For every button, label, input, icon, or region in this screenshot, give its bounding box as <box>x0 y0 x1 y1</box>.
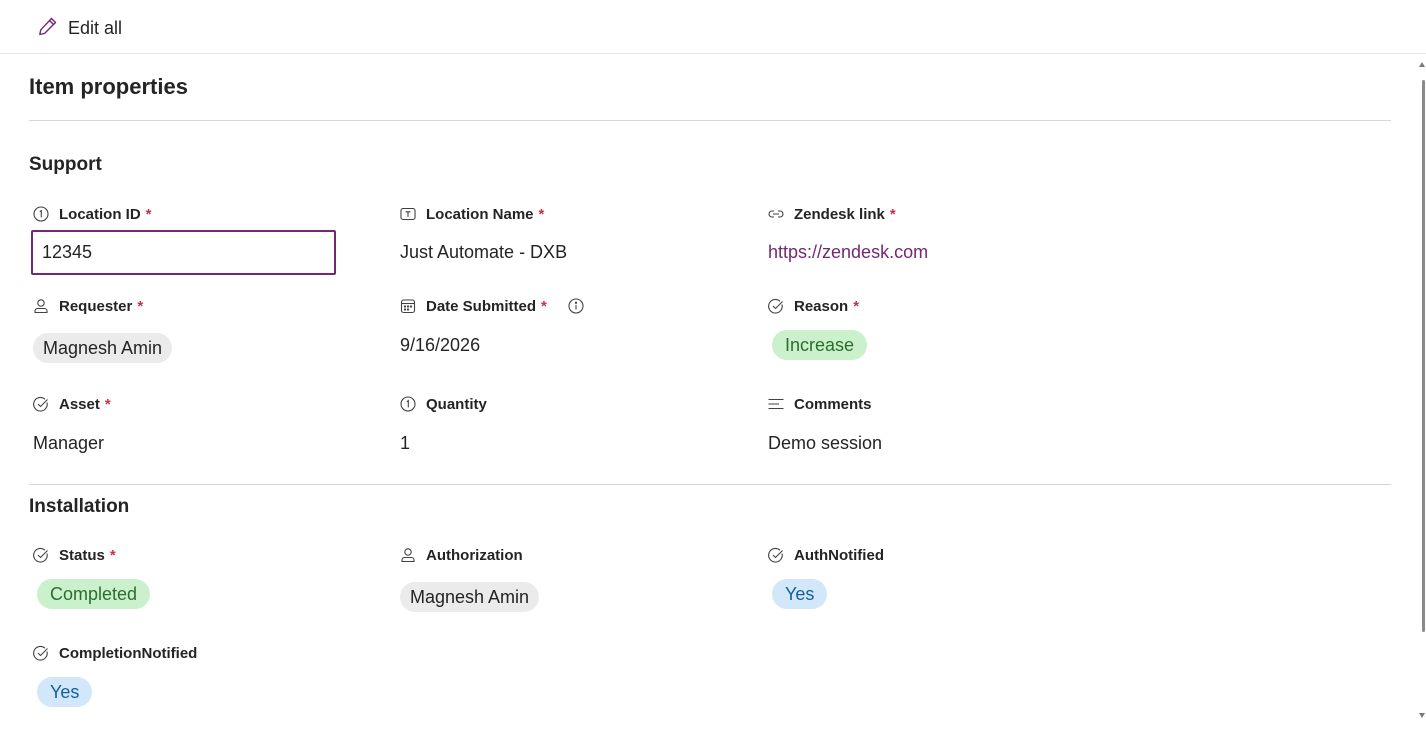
field-comments[interactable]: Comments Demo session <box>767 394 1107 464</box>
person-chip[interactable]: Magnesh Amin <box>33 333 173 363</box>
field-authorization[interactable]: Authorization Magnesh Amin <box>399 545 739 615</box>
field-location-name[interactable]: Location Name * Just Automate - DXB <box>399 204 739 276</box>
field-asset[interactable]: Asset * Manager <box>32 394 372 464</box>
location-name-value[interactable]: Just Automate - DXB <box>400 242 567 263</box>
scroll-down-arrow-icon[interactable] <box>1419 713 1425 718</box>
number-icon <box>32 205 50 223</box>
field-reason[interactable]: Reason * Increase <box>767 296 1107 366</box>
panel-title: Item properties <box>29 74 188 99</box>
field-label: Asset <box>59 395 100 413</box>
field-label: Location Name <box>426 205 534 223</box>
multiline-text-icon <box>767 395 785 413</box>
field-completion-notified[interactable]: CompletionNotified Yes <box>32 643 372 713</box>
location-id-input[interactable]: 12345 <box>31 230 336 275</box>
date-submitted-value[interactable]: 9/16/2026 <box>400 335 480 356</box>
required-indicator: * <box>137 297 144 315</box>
choice-check-icon <box>767 546 785 564</box>
vertical-scrollbar[interactable] <box>1418 56 1426 724</box>
field-label: Comments <box>794 395 872 413</box>
field-label: Quantity <box>426 395 487 413</box>
person-chip[interactable]: Magnesh Amin <box>400 582 540 612</box>
asset-value[interactable]: Manager <box>33 433 104 454</box>
person-icon <box>32 297 50 315</box>
required-indicator: * <box>853 297 860 315</box>
field-label: Reason <box>794 297 849 315</box>
choice-chip[interactable]: Increase <box>772 330 868 360</box>
field-label: Status <box>59 546 105 564</box>
calendar-icon <box>399 297 417 315</box>
field-auth-notified[interactable]: AuthNotified Yes <box>767 545 1107 615</box>
command-bar: Edit all <box>0 0 1426 54</box>
choice-check-icon <box>32 546 50 564</box>
choice-chip[interactable]: Yes <box>37 677 93 707</box>
field-label: Authorization <box>426 546 523 564</box>
field-quantity[interactable]: Quantity 1 <box>399 394 739 464</box>
section-title-installation: Installation <box>29 496 130 517</box>
field-label: CompletionNotified <box>59 644 198 662</box>
divider <box>29 120 1391 121</box>
section-title-support: Support <box>29 154 102 175</box>
edit-all-label: Edit all <box>68 17 123 38</box>
section-divider <box>29 484 1391 485</box>
field-label: Location ID <box>59 205 141 223</box>
edit-all-button[interactable]: Edit all <box>36 14 122 42</box>
pencil-icon <box>36 14 60 43</box>
required-indicator: * <box>889 205 896 223</box>
field-requester[interactable]: Requester * Magnesh Amin <box>32 296 372 366</box>
required-indicator: * <box>541 297 547 315</box>
field-location-id: Location ID * 12345 <box>31 204 372 276</box>
link-icon <box>767 205 785 223</box>
required-indicator: * <box>104 395 111 413</box>
number-icon <box>399 395 417 413</box>
required-indicator: * <box>145 205 152 223</box>
scrollbar-thumb[interactable] <box>1422 80 1425 632</box>
text-field-icon <box>399 205 417 223</box>
info-icon[interactable] <box>567 297 585 315</box>
choice-chip[interactable]: Completed <box>37 579 151 609</box>
quantity-value[interactable]: 1 <box>400 433 410 454</box>
person-icon <box>399 546 417 564</box>
field-label: Zendesk link <box>794 205 885 223</box>
choice-chip[interactable]: Yes <box>772 579 828 609</box>
required-indicator: * <box>109 546 116 564</box>
field-label: Requester <box>59 297 133 315</box>
zendesk-link[interactable]: https://zendesk.com <box>768 242 928 263</box>
item-properties-pane: Edit all Item properties Support Locatio… <box>0 0 1426 730</box>
scroll-up-arrow-icon[interactable] <box>1419 62 1425 67</box>
choice-check-icon <box>32 644 50 662</box>
field-status[interactable]: Status * Completed <box>32 545 372 615</box>
field-label: AuthNotified <box>794 546 884 564</box>
field-label: Date Submitted <box>426 297 537 315</box>
field-date-submitted[interactable]: Date Submitted * 9/16/2026 <box>399 296 739 366</box>
field-zendesk-link: Zendesk link * https://zendesk.com <box>767 204 1107 276</box>
comments-value[interactable]: Demo session <box>768 433 882 454</box>
choice-check-icon <box>32 395 50 413</box>
required-indicator: * <box>538 205 545 223</box>
choice-check-icon <box>767 297 785 315</box>
